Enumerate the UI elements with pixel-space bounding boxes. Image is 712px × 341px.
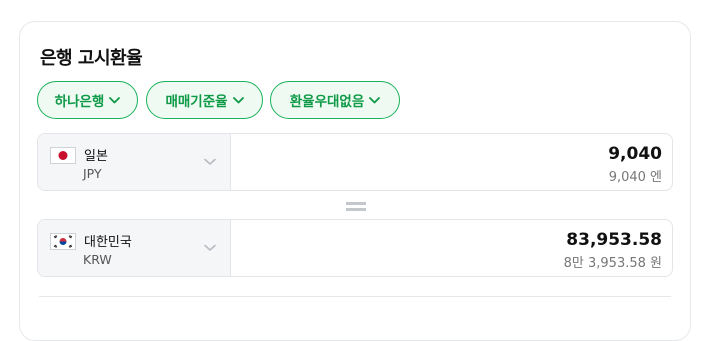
to-currency-code: KRW [83,252,112,267]
from-amount-input[interactable]: 9,040 [608,144,662,164]
chevron-down-icon [109,96,121,103]
preferential-rate-chip[interactable]: 환율우대없음 [270,81,400,119]
rate-type-label: 매매기준율 [165,94,228,110]
equals-icon [346,202,366,211]
to-currency-row: 대한민국 KRW 83,953.58 8만 3,953.58 원 [37,219,673,277]
bank-select-chip[interactable]: 하나은행 [37,81,138,119]
chevron-down-icon [204,244,216,251]
from-currency-code: JPY [83,166,102,181]
to-amount-text: 8만 3,953.58 원 [563,256,662,271]
divider [39,296,671,297]
japan-flag-icon [50,147,76,164]
exchange-rate-card: 은행 고시환율 하나은행 매매기준율 환율우대없음 일본 JPY 9,040 9… [19,21,691,341]
preferential-rate-label: 환율우대없음 [289,94,365,110]
from-currency-select[interactable]: 일본 JPY [38,134,231,190]
korea-flag-icon [50,233,76,250]
card-title: 은행 고시환율 [40,48,143,69]
from-currency-row: 일본 JPY 9,040 9,040 엔 [37,133,673,191]
from-country-name: 일본 [84,149,108,164]
bank-select-label: 하나은행 [54,94,105,110]
chevron-down-icon [369,96,381,103]
chevron-down-icon [232,96,244,103]
from-amount-text: 9,040 엔 [608,170,662,185]
to-currency-select[interactable]: 대한민국 KRW [38,220,231,276]
to-country-name: 대한민국 [84,235,132,250]
rate-type-chip[interactable]: 매매기준율 [146,81,263,119]
chevron-down-icon [204,158,216,165]
to-amount-value[interactable]: 83,953.58 [566,230,662,250]
